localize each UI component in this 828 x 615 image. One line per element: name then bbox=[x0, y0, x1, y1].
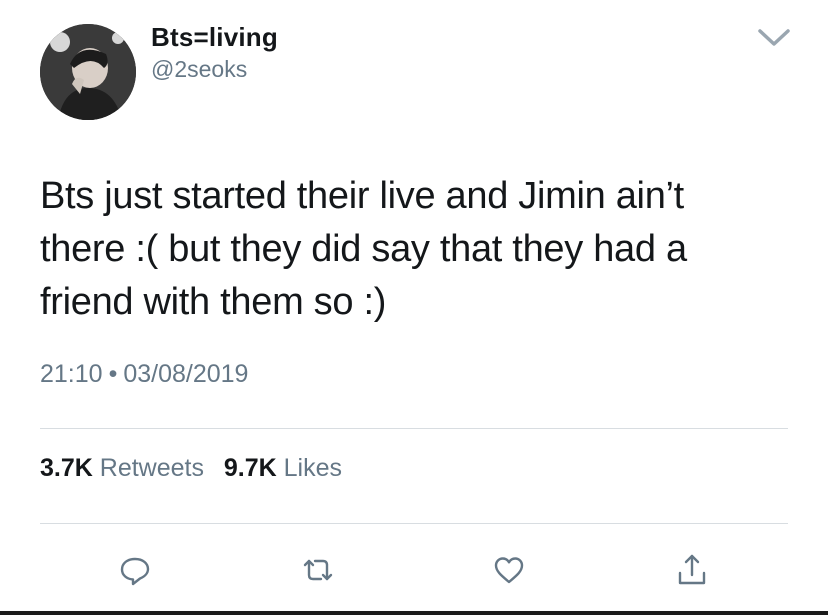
tweet-text-line: there :( but they did say that they had … bbox=[40, 228, 687, 270]
timestamp-separator: • bbox=[108, 360, 118, 388]
tweet-date: 03/08/2019 bbox=[123, 360, 249, 388]
likes-label: Likes bbox=[283, 454, 343, 482]
bottom-edge bbox=[0, 611, 828, 615]
like-button[interactable] bbox=[489, 552, 529, 588]
heart-icon bbox=[494, 557, 524, 584]
tweet-text: Bts just started their live and Jimin ai… bbox=[40, 170, 800, 329]
reply-button[interactable] bbox=[115, 552, 155, 588]
retweets-count: 3.7K bbox=[40, 454, 93, 482]
tweet-text-line: Bts just started their live and Jimin ai… bbox=[40, 175, 684, 217]
likes-stat[interactable]: 9.7K Likes bbox=[224, 454, 342, 482]
retweets-label: Retweets bbox=[99, 454, 204, 482]
tweet-time: 21:10 bbox=[40, 360, 103, 388]
tweet-text-line: friend with them so :) bbox=[40, 281, 387, 323]
share-icon bbox=[678, 554, 706, 585]
reply-icon bbox=[120, 557, 150, 586]
divider-bottom bbox=[40, 523, 788, 524]
more-options-chevron-down-icon[interactable] bbox=[754, 24, 794, 52]
display-name[interactable]: Bts=living bbox=[151, 22, 278, 53]
share-button[interactable] bbox=[672, 552, 712, 588]
avatar[interactable] bbox=[40, 24, 136, 120]
retweet-button[interactable] bbox=[298, 552, 338, 588]
likes-count: 9.7K bbox=[223, 454, 277, 482]
avatar-image bbox=[40, 24, 136, 120]
retweet-icon bbox=[303, 559, 333, 581]
tweet-timestamp: 21:10 • 03/08/2019 bbox=[40, 360, 248, 389]
engagement-stats: 3.7K Retweets 9.7K Likes bbox=[40, 454, 342, 483]
user-handle[interactable]: @2seoks bbox=[151, 56, 247, 83]
divider-top bbox=[40, 428, 788, 429]
retweets-stat[interactable]: 3.7K Retweets bbox=[40, 454, 204, 482]
